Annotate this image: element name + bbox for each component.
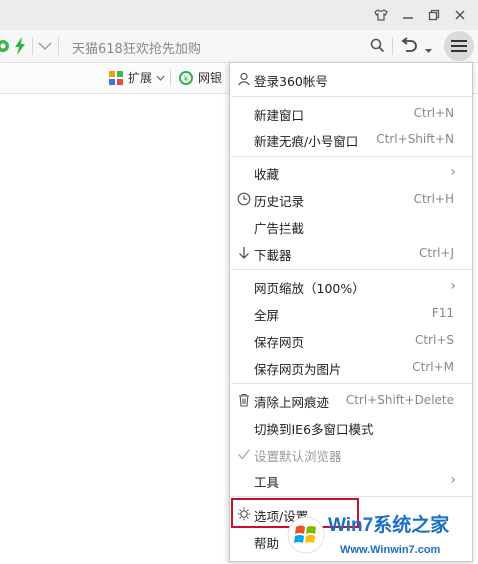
menu-item-label: 收藏 (254, 167, 280, 182)
bank-coin-icon: ¥ (179, 70, 193, 85)
menu-item-save-page-as-image[interactable]: 保存网页为图片 Ctrl+M (230, 354, 472, 380)
extensions-button[interactable]: 扩展 (108, 69, 165, 86)
menu-item-label: 网页缩放（100%） (254, 281, 365, 296)
download-arrow-icon (239, 247, 249, 259)
menu-divider (231, 496, 472, 497)
menu-item-save-page[interactable]: 保存网页 Ctrl+S (230, 327, 472, 353)
menu-item-label: 新建无痕/小号窗口 (254, 134, 359, 149)
menu-divider (231, 96, 472, 97)
menu-item-label: 设置默认浏览器 (254, 449, 342, 464)
menu-item-label: 下載器 (254, 248, 292, 263)
menu-item-tools[interactable]: 工具 › (230, 467, 472, 493)
undo-close-tab-icon[interactable] (400, 37, 418, 58)
user-icon (238, 72, 250, 86)
menu-item-favorites[interactable]: 收藏 › (230, 159, 472, 185)
menu-item-shortcut: Ctrl+Shift+Delete (345, 393, 454, 407)
menu-item-label: 帮助 (254, 536, 280, 551)
menu-divider (231, 156, 472, 157)
address-input[interactable]: 天猫618狂欢抢先加购 (72, 38, 201, 57)
menu-item-label: 保存网页 (254, 335, 305, 350)
menu-item-shortcut: Ctrl+Shift+N (376, 132, 454, 146)
menu-item-shortcut: F11 (431, 306, 454, 320)
menu-item-shortcut: Ctrl+M (412, 360, 454, 374)
minimize-button[interactable] (397, 5, 419, 25)
menu-item-label: 全屏 (254, 308, 280, 323)
menu-item-shortcut: Ctrl+H (413, 192, 454, 206)
menu-item-login[interactable]: 登录360帐号 (230, 66, 472, 92)
extensions-grid-icon (109, 70, 123, 85)
trash-icon (239, 393, 249, 407)
menu-item-ad-block[interactable]: 广告拦截 (230, 213, 472, 239)
menu-item-new-window[interactable]: 新建窗口 Ctrl+N (230, 100, 472, 126)
menu-item-shortcut: Ctrl+J (419, 246, 454, 260)
chevron-down-icon[interactable] (38, 40, 52, 54)
menu-item-shortcut: Ctrl+N (413, 106, 454, 120)
skin-shirt-icon[interactable] (370, 5, 392, 25)
main-dropdown-menu: 登录360帐号 新建窗口 Ctrl+N 新建无痕/小号窗口 Ctrl+Shift… (229, 62, 473, 562)
check-icon (238, 449, 251, 460)
menu-item-fullscreen[interactable]: 全屏 F11 (230, 300, 472, 326)
restore-button[interactable] (423, 5, 445, 25)
chevron-right-icon: › (450, 278, 456, 294)
clock-icon (237, 192, 251, 206)
menu-item-label: 登录360帐号 (254, 74, 328, 89)
svg-text:¥: ¥ (183, 74, 188, 83)
chevron-right-icon: › (450, 472, 456, 488)
menu-divider (231, 383, 472, 384)
speed-mode-lightning-icon[interactable] (14, 37, 26, 58)
online-bank-button[interactable]: ¥ 网银 (178, 69, 222, 86)
extensions-label: 扩展 (128, 71, 153, 85)
security-shield-icon[interactable] (0, 38, 10, 57)
online-bank-label: 网银 (198, 71, 223, 85)
chevron-right-icon: › (450, 164, 456, 180)
menu-item-history[interactable]: 历史记录 Ctrl+H (230, 186, 472, 212)
menu-item-label: 历史记录 (254, 194, 305, 209)
menu-item-set-default-browser: 设置默认浏览器 (230, 441, 472, 467)
menu-item-label: 广告拦截 (254, 221, 305, 236)
address-bar: 天猫618狂欢抢先加购 (0, 30, 478, 63)
undo-dropdown-arrow-icon[interactable] (425, 43, 432, 57)
menu-item-label: 切换到IE6多窗口模式 (254, 422, 374, 437)
menu-divider (231, 269, 472, 270)
menu-item-label: 保存网页为图片 (254, 362, 342, 377)
windows-flag-logo: Win7系统之家 Www.Winwin7.com (287, 513, 450, 556)
menu-item-label: 清除上网痕迹 (254, 395, 330, 410)
watermark-url-text: Www.Winwin7.com (340, 544, 441, 556)
chevron-down-icon (156, 75, 165, 81)
main-menu-button[interactable] (444, 31, 474, 61)
title-bar (0, 0, 478, 30)
watermark-brand-text: Win7系统之家 (328, 513, 450, 536)
search-icon[interactable] (370, 38, 385, 56)
menu-item-downloader[interactable]: 下載器 Ctrl+J (230, 240, 472, 266)
menu-item-label: 工具 (254, 475, 280, 490)
menu-item-clear-history[interactable]: 清除上网痕迹 Ctrl+Shift+Delete (230, 387, 472, 413)
menu-item-label: 新建窗口 (254, 108, 305, 123)
watermark-logo: Win7系统之家 Www.Winwin7.com (284, 505, 474, 561)
hamburger-icon (451, 40, 467, 52)
menu-item-shortcut: Ctrl+S (414, 333, 454, 347)
menu-item-new-incognito-window[interactable]: 新建无痕/小号窗口 Ctrl+Shift+N (230, 126, 472, 152)
close-button[interactable] (449, 5, 471, 25)
menu-item-zoom[interactable]: 网页缩放（100%） › (230, 273, 472, 299)
menu-item-ie6-mode[interactable]: 切换到IE6多窗口模式 (230, 414, 472, 440)
